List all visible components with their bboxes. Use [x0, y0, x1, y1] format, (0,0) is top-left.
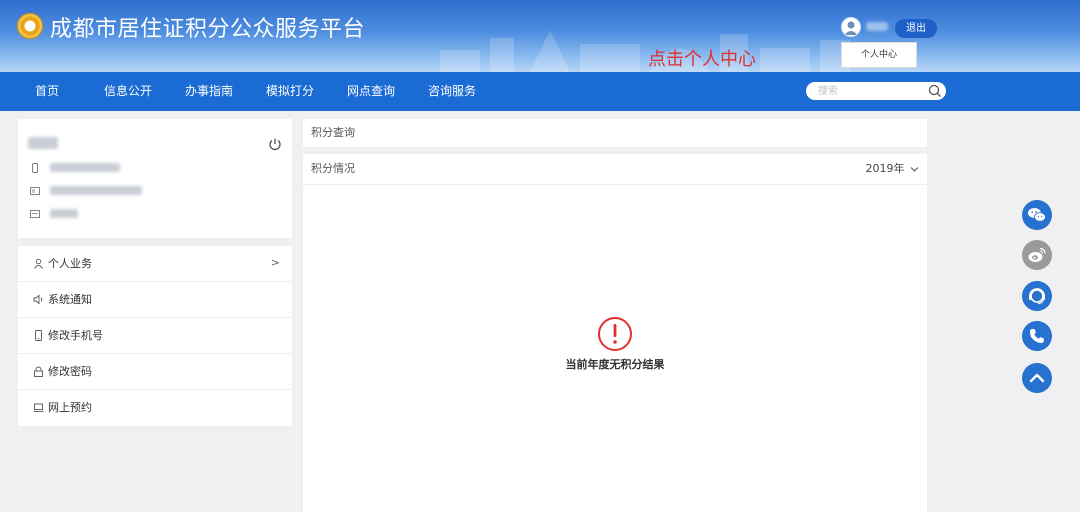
weibo-icon[interactable] [1022, 240, 1052, 270]
site-header: 成都市居住证积分公众服务平台 退出 个人中心 点击个人中心 [0, 0, 1080, 72]
id-number-redacted [50, 186, 142, 195]
year-select-value: 2019年 [865, 162, 905, 175]
chevron-down-icon [910, 166, 919, 172]
points-query-title: 积分查询 [311, 126, 355, 139]
search-input[interactable] [818, 83, 918, 99]
phone-number-redacted [50, 163, 120, 172]
points-status-panel: 积分情况 2019年 当前年度无积分结果 [303, 154, 927, 512]
warning-circle-icon [598, 317, 632, 351]
points-query-header: 积分查询 [303, 119, 927, 147]
search-icon[interactable] [927, 83, 943, 99]
nav-simulate-score[interactable]: 模拟打分 [266, 72, 314, 111]
phone-icon [35, 330, 42, 341]
sidebar-item-label: 修改手机号 [48, 329, 103, 342]
mobile-icon [32, 163, 38, 173]
user-avatar-icon[interactable] [841, 17, 861, 37]
nav-home[interactable]: 首页 [35, 72, 59, 111]
lock-icon [34, 366, 43, 377]
site-title: 成都市居住证积分公众服务平台 [50, 17, 366, 42]
back-to-top-icon[interactable] [1022, 363, 1052, 393]
nav-consult[interactable]: 咨询服务 [428, 72, 476, 111]
sidebar-item-system-notice[interactable]: 系统通知 [18, 282, 292, 318]
sidebar-item-label: 修改密码 [48, 365, 92, 378]
power-icon[interactable] [268, 137, 282, 151]
divider [303, 184, 927, 185]
wechat-icon[interactable] [1022, 200, 1052, 230]
sidebar-item-label: 网上预约 [48, 401, 92, 414]
user-dropdown-personal-center[interactable]: 个人中心 [841, 42, 917, 68]
site-logo [17, 13, 43, 39]
header-skyline-decoration [440, 30, 850, 72]
profile-card [18, 119, 292, 238]
nav-info-public[interactable]: 信息公开 [104, 72, 152, 111]
year-select[interactable]: 2019年 [866, 154, 920, 184]
laptop-icon [33, 403, 44, 412]
sidebar-item-label: 系统通知 [48, 293, 92, 306]
sidebar-item-label: 个人业务 [48, 257, 92, 270]
nav-guide[interactable]: 办事指南 [185, 72, 233, 111]
instruction-annotation: 点击个人中心 [648, 49, 756, 70]
card-icon [30, 210, 40, 218]
user-icon [34, 258, 43, 269]
user-name-redacted[interactable] [866, 22, 888, 31]
id-card-icon [30, 187, 40, 195]
sidebar-menu: 个人业务 > 系统通知 修改手机号 修改密码 网上预约 [18, 246, 292, 426]
sidebar-item-change-password[interactable]: 修改密码 [18, 354, 292, 390]
phone-call-icon[interactable] [1022, 321, 1052, 351]
address-redacted [50, 209, 78, 218]
speaker-icon [33, 294, 43, 305]
logout-button[interactable]: 退出 [895, 19, 937, 38]
empty-result-message: 当前年度无积分结果 [565, 358, 665, 371]
points-status-title: 积分情况 [311, 162, 355, 175]
chevron-right-icon: > [270, 256, 280, 269]
sidebar-item-online-booking[interactable]: 网上预约 [18, 390, 292, 426]
sidebar-item-change-phone[interactable]: 修改手机号 [18, 318, 292, 354]
main-navbar: 首页 信息公开 办事指南 模拟打分 网点查询 咨询服务 [0, 72, 1080, 111]
customer-service-icon[interactable] [1022, 281, 1052, 311]
nav-outlet-query[interactable]: 网点查询 [347, 72, 395, 111]
sidebar-item-personal-business[interactable]: 个人业务 > [18, 246, 292, 282]
user-name-redacted [28, 137, 58, 149]
search-box [806, 82, 946, 100]
